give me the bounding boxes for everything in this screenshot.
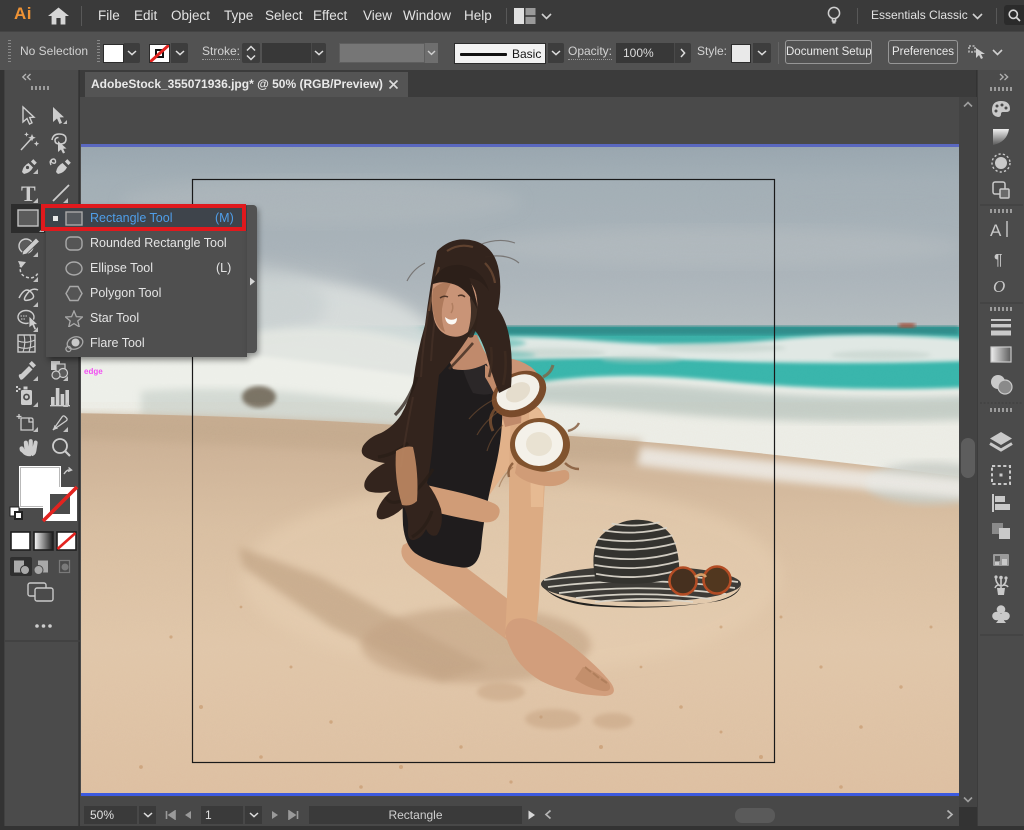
- svg-text:A: A: [990, 221, 1002, 240]
- svg-text:¶: ¶: [994, 252, 1003, 269]
- svg-text:O: O: [993, 277, 1005, 296]
